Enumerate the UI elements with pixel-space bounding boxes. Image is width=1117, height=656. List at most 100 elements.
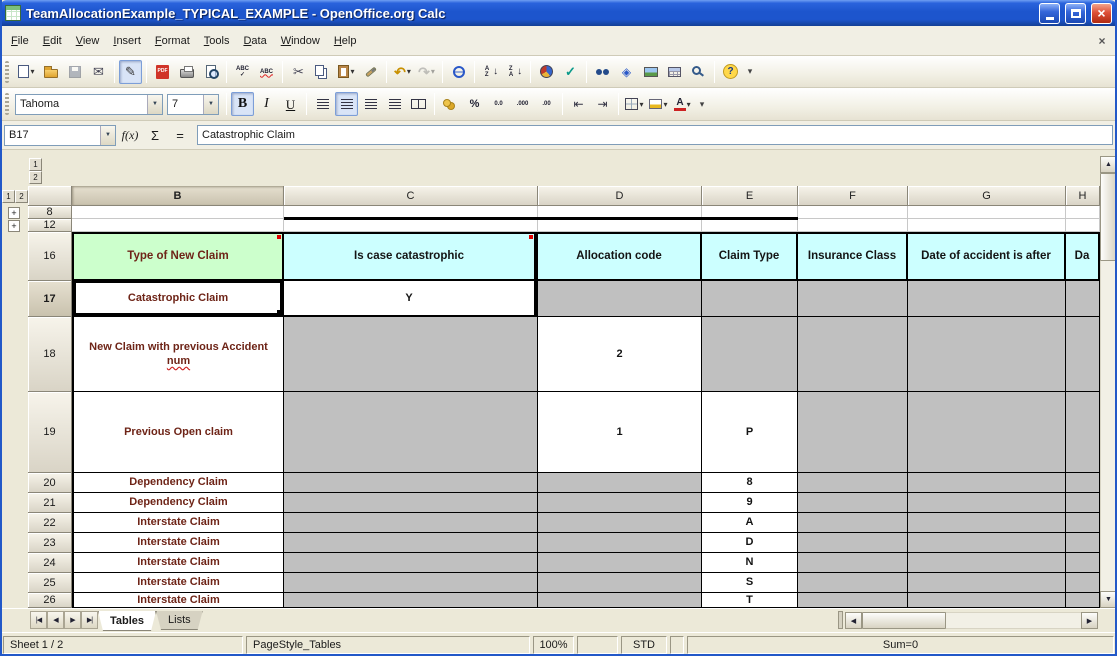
borders-button[interactable]: ▾ (623, 92, 646, 116)
cell-C23[interactable] (284, 533, 538, 553)
cell-C24[interactable] (284, 553, 538, 573)
sort-ascending-button[interactable]: A Z (479, 60, 502, 84)
increase-indent-button[interactable]: ⇥ (591, 92, 614, 116)
outline-expand-button-12[interactable]: + (8, 220, 20, 232)
hyperlink-button[interactable] (447, 60, 470, 84)
column-header-G[interactable]: G (908, 186, 1066, 206)
cell-B17[interactable]: Catastrophic Claim (72, 281, 284, 317)
cell-F22[interactable] (798, 513, 908, 533)
toolbar-options2-button[interactable]: ▾ (695, 92, 709, 116)
cell-B23[interactable]: Interstate Claim (72, 533, 284, 553)
title-bar[interactable]: TeamAllocationExample_TYPICAL_EXAMPLE - … (0, 0, 1117, 26)
cell-C16[interactable]: Is case catastrophic (284, 232, 538, 281)
formatting-toolbar-handle[interactable] (5, 93, 9, 115)
menu-format[interactable]: Format (148, 32, 197, 50)
column-header-B[interactable]: B (72, 186, 284, 206)
cell-D18[interactable]: 2 (538, 317, 702, 392)
align-right-button[interactable] (359, 92, 382, 116)
cell-G17[interactable] (908, 281, 1066, 317)
cell-G24[interactable] (908, 553, 1066, 573)
column-header-E[interactable]: E (702, 186, 798, 206)
cell-E24[interactable]: N (702, 553, 798, 573)
tab-splitter[interactable] (838, 611, 843, 629)
cell-F16[interactable]: Insurance Class (798, 232, 908, 281)
paste-button[interactable]: ▾ (335, 60, 358, 84)
column-header-H[interactable]: H (1066, 186, 1100, 206)
row-header-12[interactable]: 12 (28, 219, 72, 232)
cell-F12[interactable] (798, 219, 908, 232)
cell-C21[interactable] (284, 493, 538, 513)
row-header-17[interactable]: 17 (28, 281, 72, 317)
format-paintbrush-button[interactable] (359, 60, 382, 84)
row-outline-level-1[interactable]: 1 (2, 190, 15, 203)
font-size-dropdown-icon[interactable]: ▼ (203, 95, 218, 114)
save-button[interactable] (63, 60, 86, 84)
close-button[interactable]: × (1091, 3, 1112, 24)
cell-D19[interactable]: 1 (538, 392, 702, 473)
sheet-tab-tables[interactable]: Tables (98, 611, 156, 631)
bold-button[interactable]: B (231, 92, 254, 116)
cell-E23[interactable]: D (702, 533, 798, 553)
row-header-22[interactable]: 22 (28, 513, 72, 533)
add-decimal-button[interactable]: .000 (511, 92, 534, 116)
menu-window[interactable]: Window (274, 32, 327, 50)
column-header-D[interactable]: D (538, 186, 702, 206)
new-button[interactable]: ▾ (15, 60, 38, 84)
show-draw-functions-button[interactable]: ✓ (559, 60, 582, 84)
cell-B24[interactable]: Interstate Claim (72, 553, 284, 573)
cell-G22[interactable] (908, 513, 1066, 533)
cell-G16[interactable]: Date of accident is after (908, 232, 1066, 281)
cell-G21[interactable] (908, 493, 1066, 513)
row-header-19[interactable]: 19 (28, 392, 72, 473)
cell-F23[interactable] (798, 533, 908, 553)
zoom-button[interactable] (687, 60, 710, 84)
decrease-indent-button[interactable]: ⇤ (567, 92, 590, 116)
name-box-dropdown-icon[interactable]: ▼ (100, 126, 115, 145)
cell-D24[interactable] (538, 553, 702, 573)
cell-F17[interactable] (798, 281, 908, 317)
formula-input[interactable]: Catastrophic Claim (197, 125, 1113, 145)
cut-button[interactable]: ✂ (287, 60, 310, 84)
cell-G25[interactable] (908, 573, 1066, 593)
row-header-25[interactable]: 25 (28, 573, 72, 593)
scroll-right-button[interactable]: ▶ (1081, 612, 1098, 629)
cell-B19[interactable]: Previous Open claim (72, 392, 284, 473)
cell-H16[interactable]: Da (1066, 232, 1100, 281)
merge-cells-button[interactable] (407, 92, 430, 116)
menu-tools[interactable]: Tools (197, 32, 237, 50)
cell-G19[interactable] (908, 392, 1066, 473)
cell-B12[interactable] (72, 219, 284, 232)
row-header-8[interactable]: 8 (28, 206, 72, 219)
cell-F18[interactable] (798, 317, 908, 392)
cell-E26[interactable]: T (702, 593, 798, 608)
horizontal-scroll-thumb[interactable] (862, 612, 946, 629)
last-sheet-button[interactable]: ▶| (81, 611, 98, 629)
row-header-24[interactable]: 24 (28, 553, 72, 573)
sheet-tab-lists[interactable]: Lists (156, 611, 203, 630)
cell-H24[interactable] (1066, 553, 1100, 573)
row-header-16[interactable]: 16 (28, 232, 72, 281)
cell-B8[interactable] (72, 206, 284, 219)
font-color-button[interactable]: A▾ (671, 92, 694, 116)
horizontal-scroll-track[interactable] (862, 612, 1081, 629)
find-replace-button[interactable] (591, 60, 614, 84)
cell-F21[interactable] (798, 493, 908, 513)
italic-button[interactable]: I (255, 92, 278, 116)
close-document-button[interactable]: × (1094, 33, 1110, 48)
select-all-corner[interactable] (28, 186, 72, 206)
cell-B18[interactable]: New Claim with previous Accidentnum (72, 317, 284, 392)
page-preview-button[interactable] (199, 60, 222, 84)
cell-B16[interactable]: Type of New Claim (72, 232, 284, 281)
function-wizard-button[interactable]: f(x) (119, 125, 141, 145)
background-color-button[interactable]: ▾ (647, 92, 670, 116)
sum-button[interactable]: Σ (144, 125, 166, 145)
cell-C17[interactable]: Y (284, 281, 538, 317)
cell-H8[interactable] (1066, 206, 1100, 219)
cell-C25[interactable] (284, 573, 538, 593)
menu-help[interactable]: Help (327, 32, 364, 50)
cell-D26[interactable] (538, 593, 702, 608)
cell-C26[interactable] (284, 593, 538, 608)
cell-D12[interactable] (538, 219, 702, 232)
column-header-C[interactable]: C (284, 186, 538, 206)
cell-G23[interactable] (908, 533, 1066, 553)
